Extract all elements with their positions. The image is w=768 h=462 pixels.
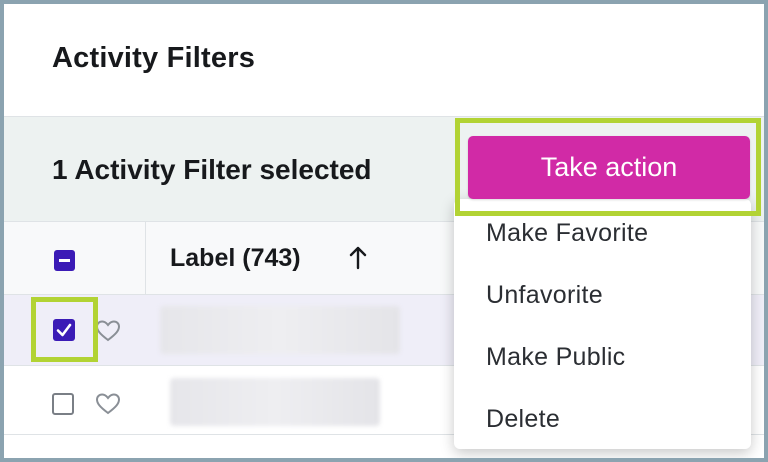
- heart-icon[interactable]: [95, 392, 121, 416]
- row-checkbox[interactable]: [52, 393, 74, 415]
- menu-item-delete[interactable]: Delete: [486, 405, 560, 434]
- menu-item-make-public[interactable]: Make Public: [486, 343, 625, 372]
- highlight-box-checkbox: [31, 297, 98, 362]
- menu-item-unfavorite[interactable]: Unfavorite: [486, 281, 603, 310]
- select-all-checkbox[interactable]: [54, 250, 75, 271]
- label-column-header[interactable]: Label (743): [170, 244, 301, 273]
- page-header: Activity Filters: [4, 4, 764, 117]
- redacted-label: [160, 306, 400, 354]
- column-divider: [145, 222, 146, 294]
- action-menu: Make Favorite Unfavorite Make Public Del…: [454, 199, 751, 449]
- take-action-button[interactable]: Take action: [468, 136, 750, 199]
- redacted-label: [170, 378, 380, 426]
- page-title: Activity Filters: [52, 42, 256, 74]
- heart-icon[interactable]: [95, 319, 121, 343]
- menu-item-make-favorite[interactable]: Make Favorite: [486, 219, 648, 248]
- selection-count-text: 1 Activity Filter selected: [52, 154, 372, 185]
- window-frame: Activity Filters 1 Activity Filter selec…: [4, 4, 764, 458]
- sort-ascending-icon[interactable]: [346, 244, 370, 272]
